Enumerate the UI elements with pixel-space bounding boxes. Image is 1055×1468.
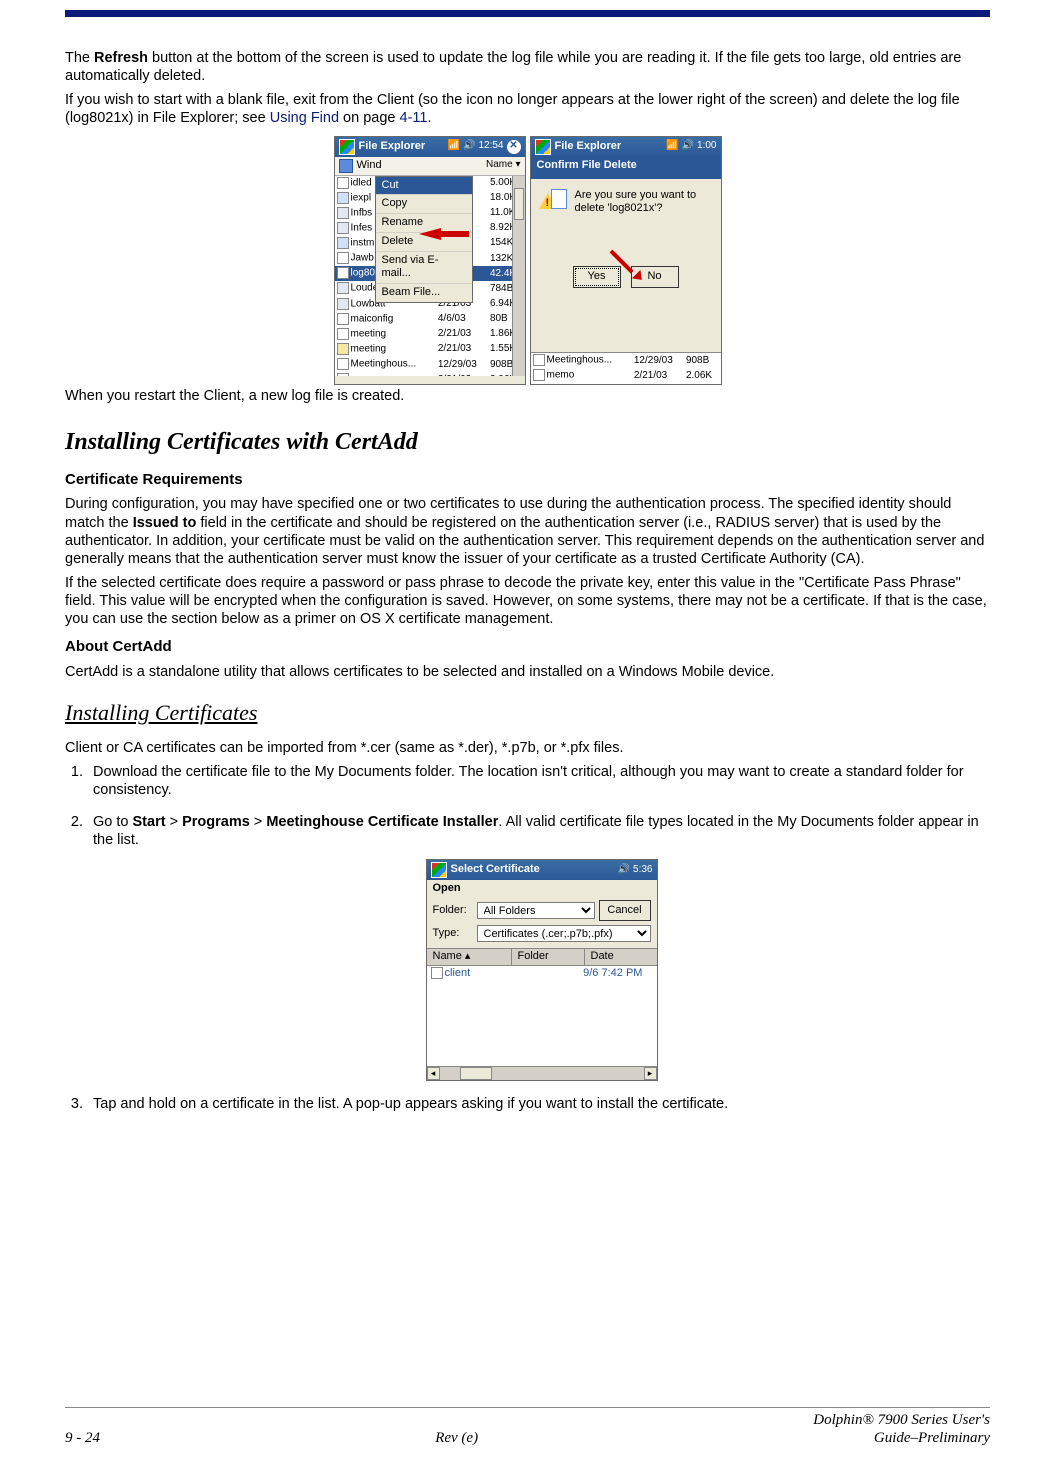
volume-icon: 🔊	[682, 140, 694, 153]
red-arrow-icon	[419, 228, 441, 240]
col-folder[interactable]: Folder	[512, 949, 585, 965]
steps-list: Download the certificate file to the My …	[65, 763, 990, 1114]
link-using-find[interactable]: Using Find	[270, 110, 339, 126]
para-cert-pass: If the selected certificate does require…	[65, 574, 990, 628]
step-1: Download the certificate file to the My …	[87, 763, 990, 799]
volume-icon: 🔊	[618, 864, 630, 877]
type-select[interactable]: Certificates (.cer;.p7b;.pfx)	[477, 925, 651, 942]
list-item[interactable]: client 9/6 7:42 PM	[427, 966, 657, 982]
t: The	[65, 50, 94, 66]
menu-cut[interactable]: Cut	[376, 177, 472, 196]
clock: 12:54	[478, 140, 503, 153]
windows-flag-icon	[535, 139, 551, 155]
open-label: Open	[427, 880, 657, 898]
bottom-files: Meetinghous...12/29/03908B memo2/21/032.…	[531, 352, 721, 383]
windows-flag-icon	[339, 139, 355, 155]
footer-right: Dolphin® 7900 Series User's Guide–Prelim…	[813, 1411, 990, 1449]
folder-label: Folder:	[433, 904, 473, 918]
titlebar: Select Certificate 🔊 5:36	[427, 860, 657, 880]
menu-beam-file[interactable]: Beam File...	[376, 284, 472, 302]
type-label: Type:	[433, 927, 473, 941]
horizontal-scrollbar[interactable]: ◂ ▸	[427, 1066, 657, 1080]
page-footer: 9 - 24 Rev (e) Dolphin® 7900 Series User…	[65, 1411, 990, 1449]
top-rule	[65, 10, 990, 17]
t: .	[427, 110, 431, 126]
device-file-explorer-right: File Explorer 📶 🔊 1:00 Confirm File Dele…	[530, 136, 722, 385]
t: >	[250, 814, 267, 830]
msg-line: delete 'log8021x'?	[575, 202, 697, 216]
footer-left: 9 - 24	[65, 1429, 100, 1448]
scroll-left-icon[interactable]: ◂	[427, 1067, 440, 1080]
alert-icon	[539, 189, 567, 213]
footer-center: Rev (e)	[435, 1429, 478, 1448]
cert-list[interactable]: client 9/6 7:42 PM	[427, 966, 657, 1066]
msg-line: Are you sure you want to	[575, 189, 697, 203]
titlebar-right: 📶 🔊 1:00	[666, 140, 716, 153]
titlebar: File Explorer 📶 🔊 12:54 ✕	[335, 137, 525, 157]
location: Wind	[357, 159, 382, 173]
para-cert-req: During configuration, you may have speci…	[65, 495, 990, 568]
footer-rule	[65, 1407, 990, 1408]
title: File Explorer	[359, 140, 426, 154]
signal-icon: 📶	[666, 140, 678, 153]
signal-icon: 📶	[448, 140, 460, 153]
heading-installing-certadd: Installing Certificates with CertAdd	[65, 427, 990, 457]
para-restart: When you restart the Client, a new log f…	[65, 387, 990, 405]
list-header: Name ▴ Folder Date	[427, 948, 657, 966]
t: >	[166, 814, 183, 830]
scroll-right-icon[interactable]: ▸	[644, 1067, 657, 1080]
t: If you wish to start with a blank file, …	[65, 92, 960, 126]
programs-word: Programs	[182, 814, 250, 830]
folder-icon	[339, 159, 353, 173]
figure-select-certificate: Select Certificate 🔊 5:36 Open Folder: A…	[93, 859, 990, 1081]
col-name[interactable]: Name ▴	[427, 949, 512, 965]
clock: 5:36	[633, 864, 652, 877]
title: Select Certificate	[451, 863, 540, 877]
figure-file-explorer: File Explorer 📶 🔊 12:54 ✕ Wind Name ▾ Cu…	[65, 136, 990, 385]
col-date[interactable]: Date	[585, 949, 657, 965]
device-select-cert: Select Certificate 🔊 5:36 Open Folder: A…	[426, 859, 658, 1081]
heading-about-certadd: About CertAdd	[65, 638, 990, 657]
titlebar-right: 🔊 5:36	[618, 864, 653, 877]
t: field in the certificate and should be r…	[65, 515, 984, 567]
heading-cert-requirements: Certificate Requirements	[65, 471, 990, 490]
sort-name[interactable]: Name ▾	[486, 159, 520, 172]
menu-send-email[interactable]: Send via E-mail...	[376, 252, 472, 285]
para-import: Client or CA certificates can be importe…	[65, 739, 990, 757]
t: Go to	[93, 814, 133, 830]
confirm-titlebar: Confirm File Delete	[531, 157, 721, 179]
para-about-certadd: CertAdd is a standalone utility that all…	[65, 663, 990, 681]
red-arrow-icon	[611, 249, 647, 285]
heading-installing-certs: Installing Certificates	[65, 699, 990, 727]
location-bar: Wind Name ▾	[335, 157, 525, 176]
t: on page	[339, 110, 399, 126]
scrollbar[interactable]	[512, 176, 525, 376]
file-list: Cut Copy Rename Delete Send via E-mail..…	[335, 176, 525, 376]
step-2: Go to Start > Programs > Meetinghouse Ce…	[87, 813, 990, 1081]
titlebar-right: 📶 🔊 12:54 ✕	[448, 140, 521, 154]
folder-select[interactable]: All Folders	[477, 902, 595, 919]
installer-word: Meetinghouse Certificate Installer	[266, 814, 498, 830]
para-refresh: The Refresh button at the bottom of the …	[65, 49, 990, 85]
clock: 1:00	[697, 140, 716, 153]
refresh-word: Refresh	[94, 50, 148, 66]
link-page-ref[interactable]: 4-11	[400, 110, 428, 126]
cancel-button[interactable]: Cancel	[599, 900, 651, 921]
device-file-explorer-left: File Explorer 📶 🔊 12:54 ✕ Wind Name ▾ Cu…	[334, 136, 526, 385]
menu-copy[interactable]: Copy	[376, 195, 472, 214]
step-3: Tap and hold on a certificate in the lis…	[87, 1095, 990, 1113]
title: File Explorer	[555, 140, 622, 154]
open-dialog: Open Folder: All Folders Cancel Type: Ce…	[427, 880, 657, 1080]
close-icon[interactable]: ✕	[507, 140, 521, 154]
start-word: Start	[133, 814, 166, 830]
volume-icon: 🔊	[463, 140, 475, 153]
windows-flag-icon	[431, 862, 447, 878]
para-blank-file: If you wish to start with a blank file, …	[65, 91, 990, 127]
confirm-dialog: Are you sure you want to delete 'log8021…	[531, 179, 721, 384]
t: button at the bottom of the screen is us…	[65, 50, 961, 84]
titlebar: File Explorer 📶 🔊 1:00	[531, 137, 721, 157]
issued-to: Issued to	[133, 515, 197, 531]
